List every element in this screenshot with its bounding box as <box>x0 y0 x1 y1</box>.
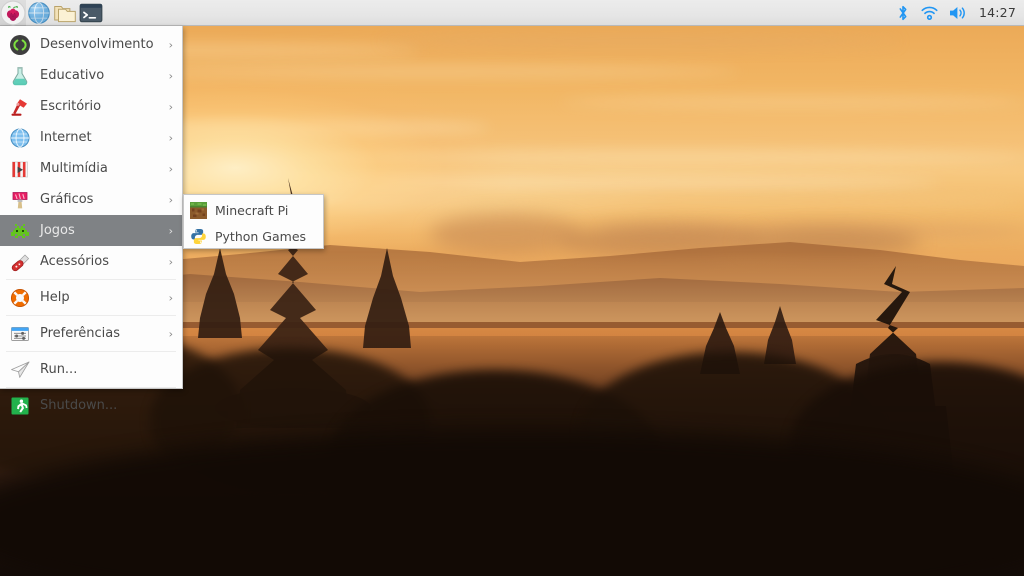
menu-item-label: Preferências <box>40 326 121 341</box>
menu-item-help[interactable]: Help › <box>0 282 182 313</box>
paper-plane-icon <box>9 359 31 381</box>
temple-spire-right <box>363 248 411 348</box>
menu-item-preferencias[interactable]: Preferências › <box>0 318 182 349</box>
chevron-right-icon: › <box>168 100 173 113</box>
menu-item-label: Help <box>40 290 70 305</box>
menu-separator <box>6 315 176 316</box>
space-invader-icon <box>9 220 31 242</box>
menu-separator <box>6 351 176 352</box>
menu-item-label: Educativo <box>40 68 105 83</box>
bluetooth-icon <box>899 5 907 20</box>
menu-item-shutdown[interactable]: Shutdown... <box>0 390 182 421</box>
menu-item-label: Gráficos <box>40 192 94 207</box>
volume-tray-icon[interactable] <box>948 4 968 22</box>
globe-icon <box>9 127 31 149</box>
taskbar-clock[interactable]: 14:27 <box>977 5 1016 20</box>
chevron-right-icon: › <box>168 193 173 206</box>
menu-item-label: Escritório <box>40 99 102 114</box>
exit-running-icon <box>9 395 31 417</box>
menu-item-desenvolvimento[interactable]: Desenvolvimento › <box>0 29 182 60</box>
menu-item-label: Shutdown... <box>40 398 118 413</box>
submenu-item-minecraft-pi[interactable]: Minecraft Pi <box>184 197 323 223</box>
web-browser-launcher[interactable] <box>26 0 52 26</box>
code-brackets-icon <box>9 34 31 56</box>
submenu-item-label: Minecraft Pi <box>215 202 289 218</box>
raspberry-icon <box>0 0 26 25</box>
tree-mass <box>0 430 1024 576</box>
paint-icon <box>9 189 31 211</box>
menu-separator <box>6 279 176 280</box>
taskbar-tray: 14:27 <box>895 0 1024 25</box>
menu-item-acessorios[interactable]: Acessórios › <box>0 246 182 277</box>
wifi-tray-icon[interactable] <box>920 4 939 22</box>
menu-item-jogos[interactable]: Jogos › <box>0 215 182 246</box>
menu-item-label: Internet <box>40 130 92 145</box>
taskbar: 14:27 <box>0 0 1024 26</box>
menu-item-graficos[interactable]: Gráficos › <box>0 184 182 215</box>
chevron-right-icon: › <box>168 69 173 82</box>
chevron-right-icon: › <box>168 224 173 237</box>
menu-separator <box>6 387 176 388</box>
menu-item-escritorio[interactable]: Escritório › <box>0 91 182 122</box>
games-submenu-panel: Minecraft Pi Python Games <box>183 194 324 249</box>
terminal-icon <box>79 3 103 22</box>
submenu-item-label: Python Games <box>215 228 307 244</box>
chevron-right-icon: › <box>168 131 173 144</box>
film-icon <box>9 158 31 180</box>
swiss-knife-icon <box>9 251 31 273</box>
menu-item-run[interactable]: Run... <box>0 354 182 385</box>
flask-icon <box>9 65 31 87</box>
file-manager-launcher[interactable] <box>52 0 78 26</box>
terminal-launcher[interactable] <box>78 0 104 26</box>
menu-item-label: Jogos <box>40 223 75 238</box>
submenu-item-python-games[interactable]: Python Games <box>184 223 323 249</box>
wifi-icon <box>921 6 938 20</box>
python-icon <box>190 228 207 245</box>
menu-item-label: Multimídia <box>40 161 108 176</box>
folder-icon <box>54 5 76 22</box>
life-ring-icon <box>9 287 31 309</box>
menu-item-label: Run... <box>40 362 78 377</box>
bluetooth-tray-icon[interactable] <box>895 4 911 22</box>
chevron-right-icon: › <box>168 327 173 340</box>
speaker-icon <box>949 6 965 19</box>
preferences-icon <box>9 323 31 345</box>
menu-item-internet[interactable]: Internet › <box>0 122 182 153</box>
chevron-right-icon: › <box>168 162 173 175</box>
menu-item-label: Desenvolvimento <box>40 37 154 52</box>
chevron-right-icon: › <box>168 291 173 304</box>
menu-item-label: Acessórios <box>40 254 109 269</box>
minecraft-icon <box>190 201 207 219</box>
menu-item-educativo[interactable]: Educativo › <box>0 60 182 91</box>
taskbar-launchers <box>0 0 104 26</box>
temple-spire-left <box>198 248 242 338</box>
chevron-right-icon: › <box>168 255 173 268</box>
globe-icon <box>28 1 50 24</box>
main-menu-panel: Desenvolvimento › Educativo › Escritório… <box>0 26 183 414</box>
menu-item-multimidia[interactable]: Multimídia › <box>0 153 182 184</box>
raspberry-menu-button[interactable] <box>0 0 26 26</box>
chevron-right-icon: › <box>168 38 173 51</box>
desk-lamp-icon <box>9 96 31 118</box>
